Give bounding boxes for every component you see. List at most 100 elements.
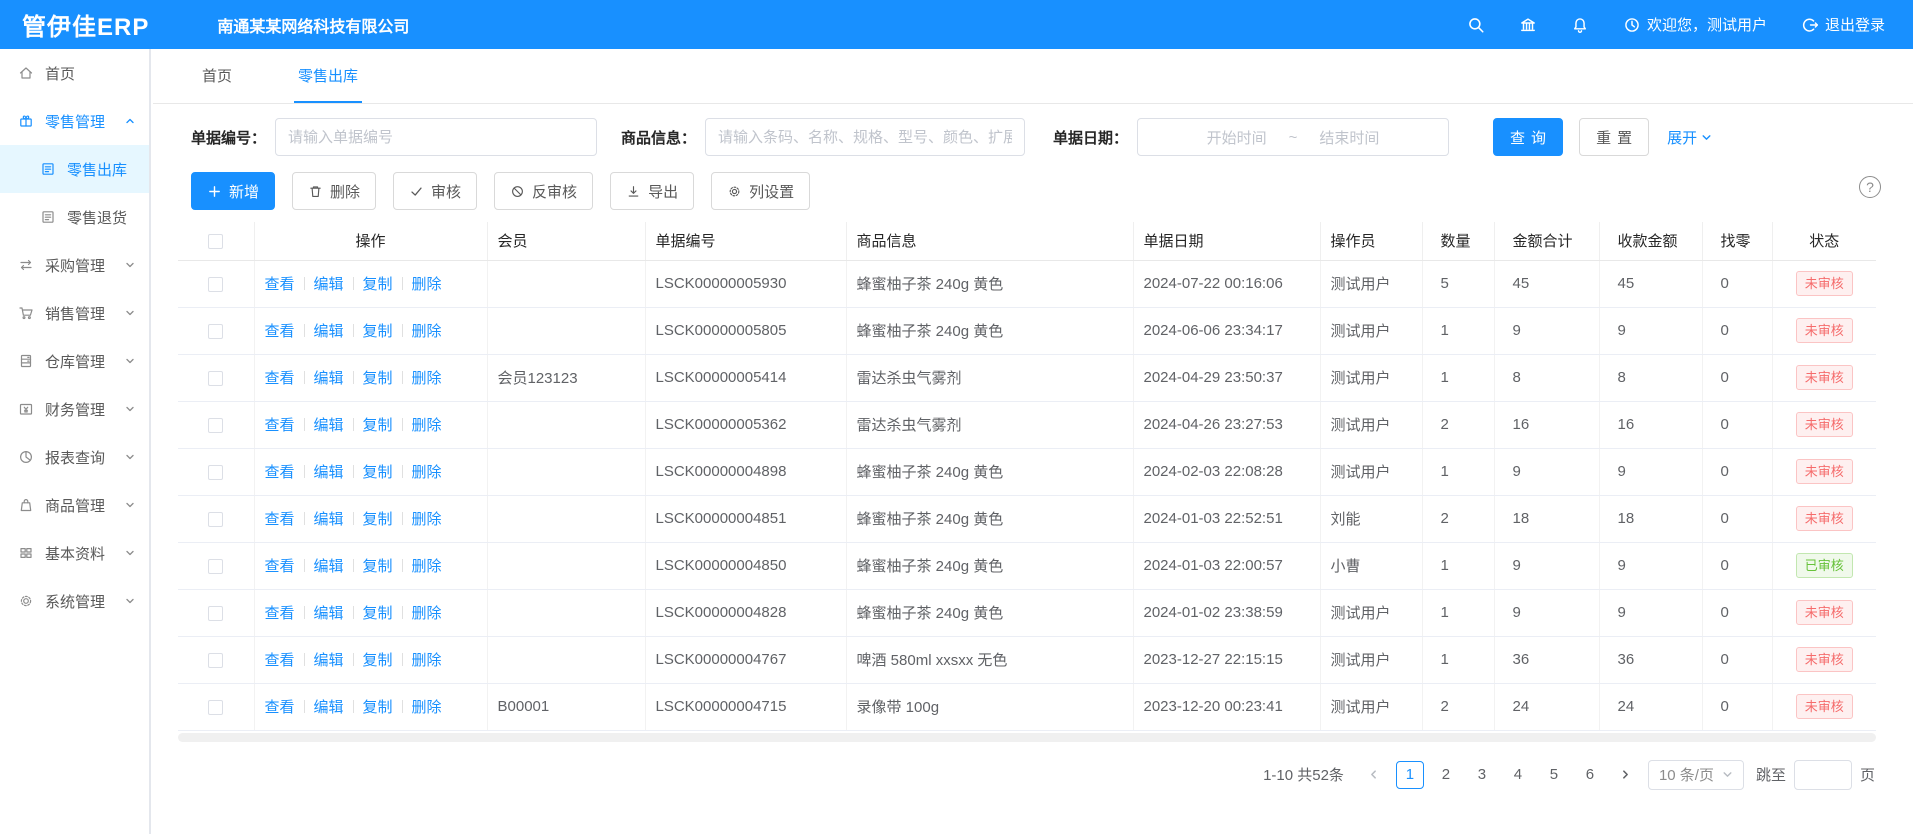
sidebar-item-basic-data[interactable]: 基本资料 (0, 529, 149, 577)
welcome-user[interactable]: 欢迎您，测试用户 (1623, 14, 1767, 35)
delete-link[interactable]: 删除 (412, 414, 442, 435)
view-link[interactable]: 查看 (265, 696, 295, 717)
search-button[interactable]: 查询 (1493, 118, 1563, 156)
sidebar-item-system-mgmt[interactable]: 系统管理 (0, 577, 149, 625)
edit-link[interactable]: 编辑 (314, 602, 344, 623)
audit-button[interactable]: 审核 (393, 172, 477, 210)
view-link[interactable]: 查看 (265, 649, 295, 670)
sidebar-item-purchase-mgmt[interactable]: 采购管理 (0, 241, 149, 289)
view-link[interactable]: 查看 (265, 414, 295, 435)
row-checkbox[interactable] (208, 606, 223, 621)
edit-link[interactable]: 编辑 (314, 273, 344, 294)
edit-link[interactable]: 编辑 (314, 320, 344, 341)
delete-link[interactable]: 删除 (412, 461, 442, 482)
page-button-5[interactable]: 5 (1540, 761, 1568, 789)
page-button-1[interactable]: 1 (1396, 761, 1424, 789)
divider (304, 653, 305, 666)
view-link[interactable]: 查看 (265, 461, 295, 482)
view-link[interactable]: 查看 (265, 367, 295, 388)
delete-link[interactable]: 删除 (412, 273, 442, 294)
page-button-3[interactable]: 3 (1468, 761, 1496, 789)
view-link[interactable]: 查看 (265, 602, 295, 623)
bell-icon[interactable] (1571, 16, 1589, 34)
sidebar-item-retail-mgmt[interactable]: 零售管理 (0, 97, 149, 145)
search-icon[interactable] (1467, 16, 1485, 34)
sidebar-item-retail-return[interactable]: 零售退货 (0, 193, 149, 241)
copy-link[interactable]: 复制 (363, 602, 393, 623)
row-checkbox[interactable] (208, 465, 223, 480)
sidebar-item-finance-mgmt[interactable]: 财务管理 (0, 385, 149, 433)
delete-link[interactable]: 删除 (412, 649, 442, 670)
row-checkbox[interactable] (208, 559, 223, 574)
row-checkbox[interactable] (208, 418, 223, 433)
row-checkbox[interactable] (208, 324, 223, 339)
delete-link[interactable]: 删除 (412, 320, 442, 341)
edit-link[interactable]: 编辑 (314, 555, 344, 576)
prev-page-button[interactable] (1360, 761, 1388, 789)
copy-link[interactable]: 复制 (363, 508, 393, 529)
copy-link[interactable]: 复制 (363, 696, 393, 717)
copy-link[interactable]: 复制 (363, 320, 393, 341)
delete-link[interactable]: 删除 (412, 602, 442, 623)
select-all-checkbox[interactable] (208, 234, 223, 249)
tab-home[interactable]: 首页 (198, 49, 236, 103)
logout-button[interactable]: 退出登录 (1801, 14, 1885, 35)
sidebar-item-warehouse-mgmt[interactable]: 仓库管理 (0, 337, 149, 385)
copy-link[interactable]: 复制 (363, 414, 393, 435)
view-link[interactable]: 查看 (265, 273, 295, 294)
next-page-button[interactable] (1612, 761, 1640, 789)
page-size-select[interactable]: 10 条/页 (1648, 760, 1744, 790)
page-button-6[interactable]: 6 (1576, 761, 1604, 789)
divider (353, 653, 354, 666)
date-range-input[interactable]: 开始时间 ~ 结束时间 (1137, 118, 1449, 156)
cell-order-no: LSCK00000004715 (645, 683, 846, 730)
unaudit-button[interactable]: 反审核 (494, 172, 593, 210)
column-settings-button[interactable]: 列设置 (711, 172, 810, 210)
expand-link[interactable]: 展开 (1667, 127, 1712, 148)
edit-link[interactable]: 编辑 (314, 649, 344, 670)
edit-link[interactable]: 编辑 (314, 508, 344, 529)
export-button[interactable]: 导出 (610, 172, 694, 210)
copy-link[interactable]: 复制 (363, 367, 393, 388)
edit-link[interactable]: 编辑 (314, 696, 344, 717)
sidebar-item-retail-outbound[interactable]: 零售出库 (0, 145, 149, 193)
sidebar-item-home[interactable]: 首页 (0, 49, 149, 97)
page-button-4[interactable]: 4 (1504, 761, 1532, 789)
row-checkbox[interactable] (208, 277, 223, 292)
view-link[interactable]: 查看 (265, 320, 295, 341)
view-link[interactable]: 查看 (265, 508, 295, 529)
copy-link[interactable]: 复制 (363, 555, 393, 576)
add-button[interactable]: 新增 (191, 172, 275, 210)
bank-icon[interactable] (1519, 16, 1537, 34)
help-icon[interactable] (1859, 176, 1881, 198)
cell-date: 2024-01-02 23:38:59 (1133, 589, 1320, 636)
horizontal-scrollbar[interactable] (178, 733, 1876, 742)
reset-button[interactable]: 重置 (1579, 118, 1649, 156)
delete-link[interactable]: 删除 (412, 696, 442, 717)
product-info-input[interactable] (705, 118, 1025, 156)
report-icon (18, 449, 34, 465)
edit-link[interactable]: 编辑 (314, 367, 344, 388)
delete-link[interactable]: 删除 (412, 367, 442, 388)
delete-link[interactable]: 删除 (412, 555, 442, 576)
row-checkbox[interactable] (208, 700, 223, 715)
order-no-input[interactable] (275, 118, 597, 156)
tab-retail-outbound[interactable]: 零售出库 (294, 49, 362, 103)
row-checkbox[interactable] (208, 371, 223, 386)
sidebar-item-report-query[interactable]: 报表查询 (0, 433, 149, 481)
view-link[interactable]: 查看 (265, 555, 295, 576)
sidebar-item-sales-mgmt[interactable]: 销售管理 (0, 289, 149, 337)
row-checkbox[interactable] (208, 653, 223, 668)
divider (402, 653, 403, 666)
copy-link[interactable]: 复制 (363, 649, 393, 670)
jump-page-input[interactable] (1794, 760, 1852, 790)
copy-link[interactable]: 复制 (363, 273, 393, 294)
sidebar-item-goods-mgmt[interactable]: 商品管理 (0, 481, 149, 529)
edit-link[interactable]: 编辑 (314, 414, 344, 435)
row-checkbox[interactable] (208, 512, 223, 527)
delete-link[interactable]: 删除 (412, 508, 442, 529)
delete-button[interactable]: 删除 (292, 172, 376, 210)
edit-link[interactable]: 编辑 (314, 461, 344, 482)
page-button-2[interactable]: 2 (1432, 761, 1460, 789)
copy-link[interactable]: 复制 (363, 461, 393, 482)
